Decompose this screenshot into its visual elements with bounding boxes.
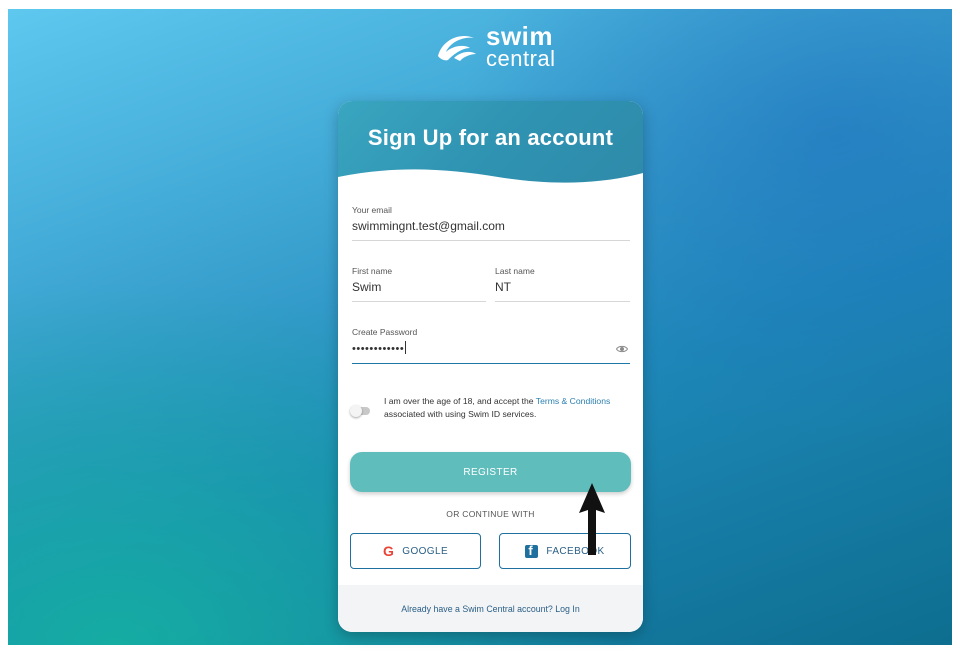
logo-wordmark: swim central	[486, 23, 556, 71]
password-mask: ••••••••••••	[352, 343, 405, 355]
last-name-underline	[495, 301, 630, 302]
logo-word-central: central	[486, 45, 556, 71]
password-field[interactable]: Create Password ••••••••••••	[352, 327, 630, 364]
card-title: Sign Up for an account	[367, 125, 614, 150]
facebook-button[interactable]: FACEBOOK	[499, 533, 631, 569]
swim-central-logo: swim central	[434, 23, 564, 71]
terms-prefix: I am over the age of 18, and accept the	[384, 396, 536, 406]
email-input[interactable]: swimmingnt.test@gmail.com	[352, 219, 630, 233]
first-name-field[interactable]: First name Swim	[352, 266, 486, 302]
toggle-knob	[350, 405, 362, 417]
terms-toggle[interactable]	[350, 405, 370, 417]
first-name-input[interactable]: Swim	[352, 280, 486, 294]
last-name-input[interactable]: NT	[495, 280, 630, 294]
login-link[interactable]: Already have a Swim Central account? Log…	[401, 604, 579, 614]
terms-suffix: associated with using Swim ID services.	[384, 409, 537, 419]
first-name-label: First name	[352, 266, 393, 276]
last-name-field[interactable]: Last name NT	[495, 266, 630, 302]
card-header: Sign Up for an account	[338, 101, 643, 193]
header-wave	[338, 169, 643, 193]
email-field[interactable]: Your email swimmingnt.test@gmail.com	[352, 205, 630, 241]
google-icon: G	[382, 543, 395, 559]
text-cursor	[405, 341, 407, 354]
password-underline	[352, 362, 630, 364]
email-underline	[352, 240, 630, 241]
terms-text: I am over the age of 18, and accept the …	[384, 395, 634, 421]
facebook-icon	[525, 543, 539, 558]
last-name-label: Last name	[495, 266, 535, 276]
eye-icon[interactable]	[616, 344, 628, 354]
password-input[interactable]: ••••••••••••	[352, 341, 630, 355]
google-label: GOOGLE	[402, 545, 449, 557]
password-label: Create Password	[352, 327, 418, 337]
swim-central-swirl-icon	[438, 36, 476, 61]
email-label: Your email	[352, 205, 392, 215]
terms-link[interactable]: Terms & Conditions	[536, 396, 611, 406]
google-button[interactable]: G GOOGLE	[350, 533, 481, 569]
first-name-underline	[352, 301, 486, 302]
login-footer[interactable]: Already have a Swim Central account? Log…	[338, 585, 643, 632]
up-arrow-icon	[579, 483, 605, 555]
